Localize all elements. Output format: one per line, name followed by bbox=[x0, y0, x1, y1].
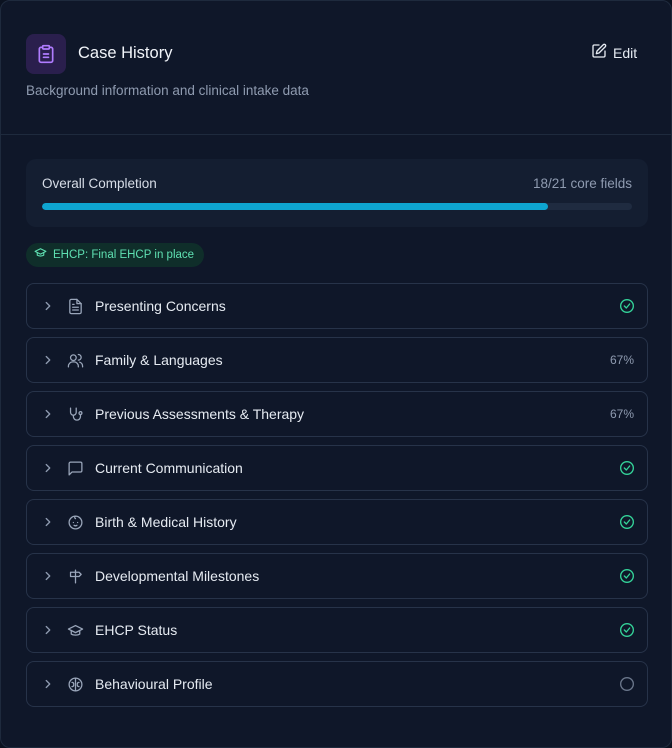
card-header: Case History Background information and … bbox=[1, 1, 671, 135]
completion-progress-fill bbox=[42, 203, 548, 210]
page-subtitle: Background information and clinical inta… bbox=[26, 83, 309, 98]
completion-label: Overall Completion bbox=[42, 176, 157, 191]
chevron-right-icon bbox=[41, 569, 55, 588]
baby-icon bbox=[67, 514, 84, 536]
chevron-right-icon bbox=[41, 461, 55, 480]
edit-button-label: Edit bbox=[613, 45, 638, 61]
clipboard-icon bbox=[26, 34, 66, 74]
edit-button[interactable]: Edit bbox=[585, 39, 643, 67]
section-row-birth-medical-history[interactable]: Birth & Medical History bbox=[26, 499, 648, 545]
completion-panel: Overall Completion 18/21 core fields bbox=[26, 159, 648, 227]
section-row-previous-assessments-therapy[interactable]: Previous Assessments & Therapy 67% bbox=[26, 391, 648, 437]
chevron-right-icon bbox=[41, 353, 55, 372]
chevron-right-icon bbox=[41, 515, 55, 534]
section-label: Developmental Milestones bbox=[95, 568, 260, 584]
section-row-behavioural-profile[interactable]: Behavioural Profile bbox=[26, 661, 648, 707]
section-row-ehcp-status[interactable]: EHCP Status bbox=[26, 607, 648, 653]
section-label: Previous Assessments & Therapy bbox=[95, 406, 305, 422]
ehcp-badge-text: EHCP: Final EHCP in place bbox=[53, 249, 195, 261]
check-circle-icon bbox=[619, 514, 635, 535]
section-percent: 67% bbox=[609, 407, 634, 421]
completion-count: 18/21 core fields bbox=[532, 176, 632, 191]
check-circle-icon bbox=[619, 568, 635, 589]
chevron-right-icon bbox=[41, 407, 55, 426]
section-row-family-languages[interactable]: Family & Languages 67% bbox=[26, 337, 648, 383]
section-label: EHCP Status bbox=[95, 622, 178, 638]
check-circle-icon bbox=[619, 460, 635, 481]
section-row-presenting-concerns[interactable]: Presenting Concerns bbox=[26, 283, 648, 329]
empty-circle-icon bbox=[619, 676, 635, 697]
section-row-developmental-milestones[interactable]: Developmental Milestones bbox=[26, 553, 648, 599]
section-label: Current Communication bbox=[95, 460, 243, 476]
signpost-icon bbox=[67, 568, 84, 590]
section-label: Presenting Concerns bbox=[95, 298, 226, 314]
edit-icon bbox=[591, 43, 607, 64]
brain-icon bbox=[67, 676, 84, 698]
section-label: Family & Languages bbox=[95, 352, 223, 368]
check-circle-icon bbox=[619, 622, 635, 643]
page-title: Case History bbox=[78, 44, 173, 62]
graduation-cap-icon bbox=[67, 622, 84, 644]
file-text-icon bbox=[67, 298, 84, 320]
ehcp-status-badge: EHCP: Final EHCP in place bbox=[26, 243, 205, 267]
graduation-cap-icon bbox=[34, 246, 47, 264]
chevron-right-icon bbox=[41, 299, 55, 318]
section-percent: 67% bbox=[609, 353, 634, 367]
chevron-right-icon bbox=[41, 623, 55, 642]
section-label: Behavioural Profile bbox=[95, 676, 213, 692]
case-history-card: Case History Background information and … bbox=[0, 0, 672, 748]
users-icon bbox=[67, 352, 84, 374]
completion-progress-bar bbox=[42, 203, 632, 210]
section-label: Birth & Medical History bbox=[95, 514, 237, 530]
message-square-icon bbox=[67, 460, 84, 482]
section-row-current-communication[interactable]: Current Communication bbox=[26, 445, 648, 491]
check-circle-icon bbox=[619, 298, 635, 319]
chevron-right-icon bbox=[41, 677, 55, 696]
stethoscope-icon bbox=[67, 406, 84, 428]
